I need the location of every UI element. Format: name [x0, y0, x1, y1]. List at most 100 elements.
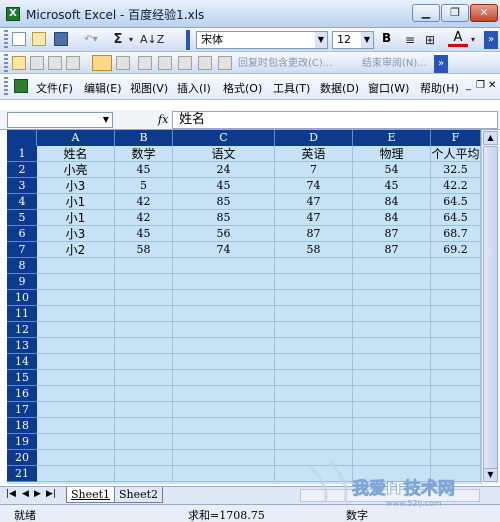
row-header-18[interactable]: 18	[7, 418, 37, 434]
cell-a19[interactable]	[37, 434, 115, 450]
cell-d17[interactable]	[275, 402, 353, 418]
cell-b9[interactable]	[115, 274, 173, 290]
cell-d14[interactable]	[275, 354, 353, 370]
cell-e11[interactable]	[353, 306, 431, 322]
cell-f21[interactable]	[431, 466, 481, 482]
cell-c9[interactable]	[173, 274, 275, 290]
cell-f14[interactable]	[431, 354, 481, 370]
merge-center-icon[interactable]: ⊞	[422, 31, 438, 49]
cell-b3[interactable]: 5	[115, 178, 173, 194]
cell-e13[interactable]	[353, 338, 431, 354]
review-icon[interactable]	[12, 56, 26, 70]
next-sheet-icon[interactable]: ▶	[34, 489, 41, 499]
row-header-20[interactable]: 20	[7, 450, 37, 466]
cell-e21[interactable]	[353, 466, 431, 482]
cell-a17[interactable]	[37, 402, 115, 418]
column-header-d[interactable]: D	[275, 130, 353, 146]
column-header-f[interactable]: F	[431, 130, 481, 146]
row-header-15[interactable]: 15	[7, 370, 37, 386]
cell-a5[interactable]: 小1	[37, 210, 115, 226]
sort-ascending-icon[interactable]: A↓Z	[140, 31, 164, 49]
cell-a21[interactable]	[37, 466, 115, 482]
cell-b7[interactable]: 58	[115, 242, 173, 258]
scroll-down-icon[interactable]: ▼	[483, 468, 498, 482]
cell-b1[interactable]: 数学	[115, 146, 173, 162]
cell-f18[interactable]	[431, 418, 481, 434]
cell-b16[interactable]	[115, 386, 173, 402]
cell-a7[interactable]: 小2	[37, 242, 115, 258]
cell-e19[interactable]	[353, 434, 431, 450]
row-header-5[interactable]: 5	[7, 210, 37, 226]
row-header-11[interactable]: 11	[7, 306, 37, 322]
cell-c20[interactable]	[173, 450, 275, 466]
first-sheet-icon[interactable]: |◀	[6, 489, 16, 499]
toolbar-grip[interactable]	[186, 30, 190, 50]
row-header-17[interactable]: 17	[7, 402, 37, 418]
cell-e4[interactable]: 84	[353, 194, 431, 210]
spreadsheet-grid[interactable]: A B C D E F 1 姓名 数学 语文 英语 物理 个人平均 2 小亮 45 24 7 54 32.5 3 小3 5 4…	[7, 130, 481, 484]
cell-a11[interactable]	[37, 306, 115, 322]
cell-c14[interactable]	[173, 354, 275, 370]
hide-icon[interactable]	[198, 56, 212, 70]
row-header-2[interactable]: 2	[7, 162, 37, 178]
cell-d4[interactable]: 47	[275, 194, 353, 210]
cell-c8[interactable]	[173, 258, 275, 274]
column-header-e[interactable]: E	[353, 130, 431, 146]
workbook-close-icon[interactable]: ✕	[488, 80, 496, 91]
column-header-c[interactable]: C	[173, 130, 275, 146]
cell-d18[interactable]	[275, 418, 353, 434]
scroll-up-icon[interactable]: ▲	[483, 131, 498, 145]
delete-icon[interactable]	[158, 56, 172, 70]
cell-d1[interactable]: 英语	[275, 146, 353, 162]
cell-f8[interactable]	[431, 258, 481, 274]
save-icon[interactable]	[54, 32, 68, 46]
cell-a8[interactable]	[37, 258, 115, 274]
cell-c4[interactable]: 85	[173, 194, 275, 210]
cell-b6[interactable]: 45	[115, 226, 173, 242]
highlight-icon[interactable]	[92, 55, 112, 71]
cell-f15[interactable]	[431, 370, 481, 386]
minimize-button[interactable]: ▁	[412, 4, 440, 22]
cell-c1[interactable]: 语文	[173, 146, 275, 162]
cell-f3[interactable]: 42.2	[431, 178, 481, 194]
cell-f11[interactable]	[431, 306, 481, 322]
cell-e8[interactable]	[353, 258, 431, 274]
cell-f5[interactable]: 64.5	[431, 210, 481, 226]
cell-a4[interactable]: 小1	[37, 194, 115, 210]
cell-a6[interactable]: 小3	[37, 226, 115, 242]
cell-e2[interactable]: 54	[353, 162, 431, 178]
formula-input[interactable]: 姓名	[172, 111, 498, 129]
font-size-select[interactable]: 12 ▼	[332, 31, 374, 49]
cell-f10[interactable]	[431, 290, 481, 306]
cell-b11[interactable]	[115, 306, 173, 322]
cell-c16[interactable]	[173, 386, 275, 402]
last-sheet-icon[interactable]: ▶|	[46, 489, 56, 499]
cell-d8[interactable]	[275, 258, 353, 274]
cell-f13[interactable]	[431, 338, 481, 354]
cell-e7[interactable]: 87	[353, 242, 431, 258]
cell-d13[interactable]	[275, 338, 353, 354]
cell-f6[interactable]: 68.7	[431, 226, 481, 242]
cell-d6[interactable]: 87	[275, 226, 353, 242]
bold-button[interactable]: B	[382, 31, 391, 45]
cell-c13[interactable]	[173, 338, 275, 354]
menu-help[interactable]: 帮助(H)	[420, 80, 459, 96]
cell-b8[interactable]	[115, 258, 173, 274]
cell-d15[interactable]	[275, 370, 353, 386]
cell-b15[interactable]	[115, 370, 173, 386]
cell-f2[interactable]: 32.5	[431, 162, 481, 178]
toolbar-options-icon[interactable]: »	[484, 31, 498, 49]
menu-file[interactable]: 文件(F)	[36, 80, 73, 96]
cell-b2[interactable]: 45	[115, 162, 173, 178]
cell-d19[interactable]	[275, 434, 353, 450]
cell-c17[interactable]	[173, 402, 275, 418]
cell-f12[interactable]	[431, 322, 481, 338]
cell-b21[interactable]	[115, 466, 173, 482]
cell-e15[interactable]	[353, 370, 431, 386]
cell-f17[interactable]	[431, 402, 481, 418]
horizontal-scrollbar[interactable]	[300, 489, 480, 502]
cell-a18[interactable]	[37, 418, 115, 434]
cell-e20[interactable]	[353, 450, 431, 466]
excel-icon[interactable]: X	[6, 7, 20, 21]
cell-e10[interactable]	[353, 290, 431, 306]
